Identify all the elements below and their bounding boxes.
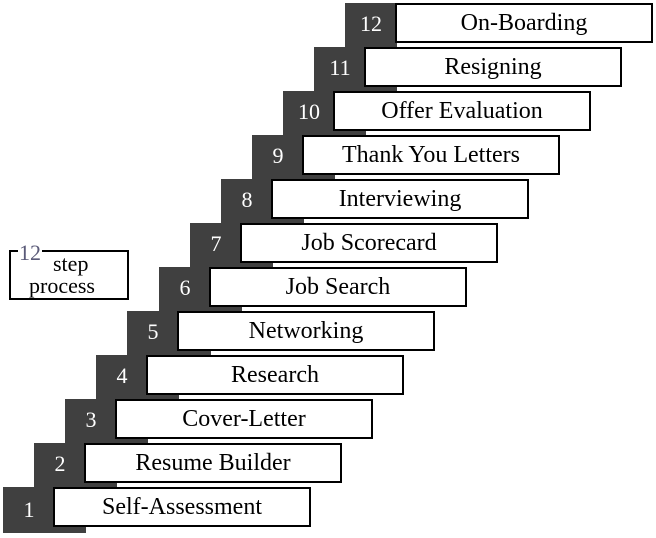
step-label: Thank You Letters <box>302 135 560 175</box>
step-label: Networking <box>177 311 435 351</box>
step-label: Offer Evaluation <box>333 91 591 131</box>
legend-number: 12 <box>18 240 42 265</box>
step-label: Research <box>146 355 404 395</box>
step-label: Job Search <box>209 267 467 307</box>
step-label: Self-Assessment <box>53 487 311 527</box>
legend-line2: process <box>29 273 95 298</box>
step-number: 1 <box>3 487 55 533</box>
legend-box: 12 step process <box>9 242 129 300</box>
step-label: Job Scorecard <box>240 223 498 263</box>
step-label: On-Boarding <box>395 3 653 43</box>
step-label: Resume Builder <box>84 443 342 483</box>
step-label: Interviewing <box>271 179 529 219</box>
step-label: Cover-Letter <box>115 399 373 439</box>
step-label: Resigning <box>364 47 622 87</box>
